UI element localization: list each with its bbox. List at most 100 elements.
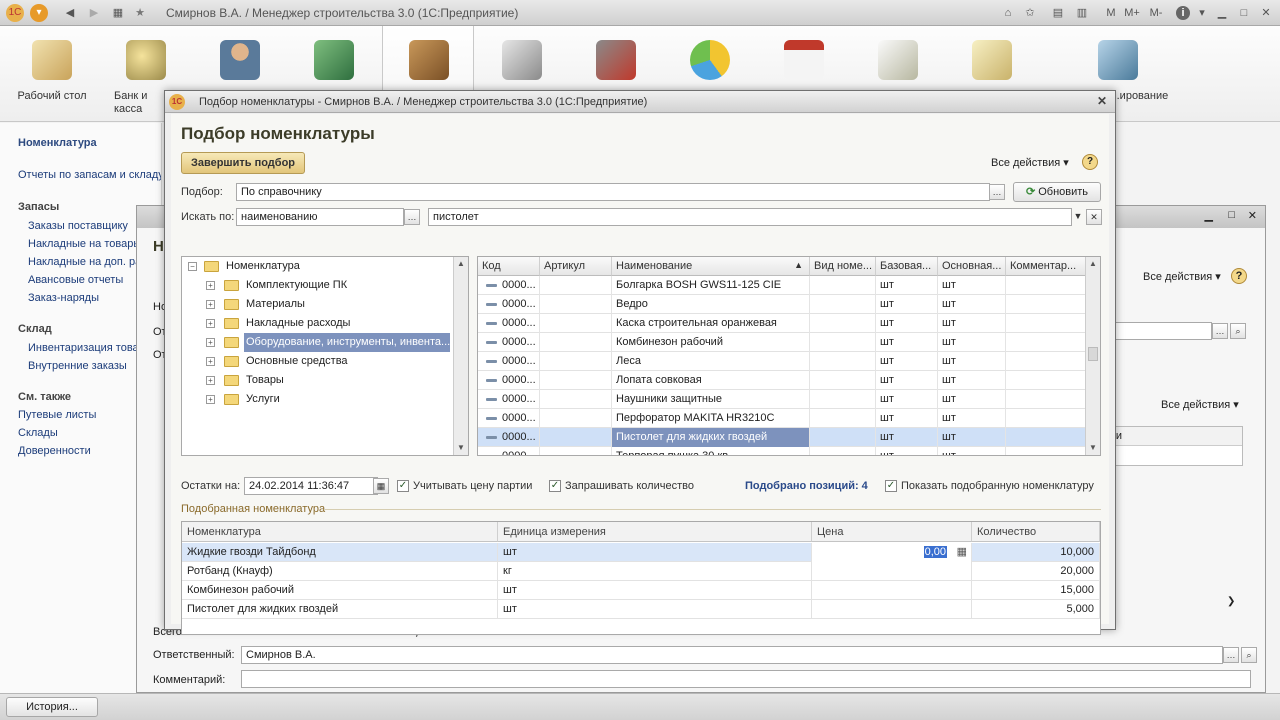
search-by-field[interactable]: наименованию xyxy=(236,208,404,226)
sel-cell-price[interactable] xyxy=(812,600,972,619)
qty-checkbox[interactable]: ✓ xyxy=(549,480,561,492)
close-app-button[interactable]: ✕ xyxy=(1258,5,1274,21)
tree-item[interactable]: + Накладные расходы xyxy=(182,314,452,333)
responsible-field[interactable]: Смирнов В.А. xyxy=(241,646,1223,664)
col-header-main-unit[interactable]: Основная... xyxy=(938,257,1006,276)
bg-select-button[interactable]: … xyxy=(1212,323,1228,339)
table-row[interactable]: 0000... Комбинезон рабочий шт шт xyxy=(478,333,1086,352)
tree-item[interactable]: + Материалы xyxy=(182,295,452,314)
sel-cell-price[interactable] xyxy=(812,581,972,600)
podbor-field[interactable]: По справочнику xyxy=(236,183,990,201)
show-selected-checkbox[interactable]: ✓ xyxy=(885,480,897,492)
col-header-name[interactable]: Наименование ▲ xyxy=(612,257,810,276)
responsible-search-icon[interactable]: ⌕ xyxy=(1241,647,1257,663)
info-icon[interactable]: i xyxy=(1176,6,1190,20)
all-actions-menu[interactable]: Все действия ▾ xyxy=(991,156,1069,169)
nav-item[interactable]: Путевые листы xyxy=(18,409,96,421)
bg-scroll-right-icon[interactable]: ❯ xyxy=(1227,596,1235,607)
table-row-selected[interactable]: 0000... Пистолет для жидких гвоздей шт шт xyxy=(478,428,1086,447)
sel-col-header-name[interactable]: Номенклатура xyxy=(182,522,498,542)
scroll-thumb[interactable] xyxy=(1088,347,1098,361)
tree-item[interactable]: + Комплектующие ПК xyxy=(182,276,452,295)
col-header-code[interactable]: Код xyxy=(478,257,540,276)
col-header-article[interactable]: Артикул xyxy=(540,257,612,276)
memory-mminus-button[interactable]: M- xyxy=(1146,5,1166,21)
table-row[interactable]: 0000... Перфоратор MAKITA HR3210C шт шт xyxy=(478,409,1086,428)
sel-col-header-unit[interactable]: Единица измерения xyxy=(498,522,812,542)
nav-item[interactable]: Заказ-наряды xyxy=(28,292,99,304)
responsible-select-button[interactable]: … xyxy=(1223,647,1239,663)
sel-cell-price[interactable]: 0,00 ▦ xyxy=(812,543,972,562)
expand-icon[interactable]: + xyxy=(206,338,215,347)
bg-help-icon[interactable]: ? xyxy=(1231,268,1247,284)
expand-icon[interactable]: + xyxy=(206,357,215,366)
expand-icon[interactable]: + xyxy=(206,376,215,385)
table-row[interactable]: Комбинезон рабочий шт 15,000 xyxy=(182,581,1100,600)
scroll-down-icon[interactable]: ▼ xyxy=(454,441,468,455)
sel-cell-qty[interactable]: 15,000 xyxy=(972,581,1100,600)
tree-root[interactable]: − Номенклатура xyxy=(182,257,452,276)
bookmark-icon[interactable]: ✩ xyxy=(1022,5,1038,21)
tree-item[interactable]: + Услуги xyxy=(182,390,452,409)
table-row[interactable]: 0000... Лопата совковая шт шт xyxy=(478,371,1086,390)
main-menu-icon[interactable]: ▾ xyxy=(30,4,48,22)
scroll-up-icon[interactable]: ▲ xyxy=(454,257,468,271)
table-row[interactable]: 0000... Ведро шт шт xyxy=(478,295,1086,314)
remains-date-field[interactable]: 24.02.2014 11:36:47 xyxy=(244,477,378,495)
table-row[interactable]: Жидкие гвозди Тайдбонд шт 0,00 ▦ 10,000 xyxy=(182,543,1100,562)
bg-field-right[interactable] xyxy=(1102,322,1212,340)
minimize-button[interactable]: ▁ xyxy=(1214,5,1230,21)
refresh-button[interactable]: ⟳ Обновить xyxy=(1013,182,1101,202)
memory-m-button[interactable]: M xyxy=(1104,5,1118,21)
tree-scrollbar[interactable]: ▲ ▼ xyxy=(453,257,468,455)
table-row[interactable]: 0000... Наушники защитные шт шт xyxy=(478,390,1086,409)
expand-icon[interactable]: + xyxy=(206,300,215,309)
nav-item[interactable]: Склады xyxy=(18,427,58,439)
nav-item[interactable]: Накладные на товары xyxy=(28,238,141,250)
nav-item[interactable]: Инвентаризация това xyxy=(28,342,139,354)
expand-icon[interactable]: + xyxy=(206,319,215,328)
price-checkbox[interactable]: ✓ xyxy=(397,480,409,492)
col-header-comment[interactable]: Комментар... xyxy=(1006,257,1086,276)
tree-item[interactable]: + Основные средства xyxy=(182,352,452,371)
calculator-icon[interactable]: ▥ xyxy=(1074,5,1090,21)
forward-icon[interactable]: ▶ xyxy=(86,5,102,21)
search-by-select-button[interactable]: … xyxy=(404,209,420,225)
nav-item[interactable]: Авансовые отчеты xyxy=(28,274,123,286)
price-edit-value[interactable]: 0,00 xyxy=(923,546,947,558)
bg-close-button[interactable]: ✕ xyxy=(1248,209,1257,222)
nav-reports[interactable]: Отчеты по запасам и складу xyxy=(18,169,161,181)
help-icon[interactable]: ? xyxy=(1082,154,1098,170)
nav-nomenclature[interactable]: Номенклатура xyxy=(18,137,97,149)
search-dropdown-icon[interactable]: ▼ xyxy=(1070,209,1086,225)
bg-all-actions[interactable]: Все действия ▾ xyxy=(1143,270,1221,283)
sel-col-header-qty[interactable]: Количество xyxy=(972,522,1100,542)
nav-item[interactable]: Доверенности xyxy=(18,445,91,457)
table-row[interactable]: Пистолет для жидких гвоздей шт 5,000 xyxy=(182,600,1100,619)
table-row[interactable]: Ротбанд (Кнауф) кг 20,000 xyxy=(182,562,1100,581)
tree-item[interactable]: + Товары xyxy=(182,371,452,390)
finish-selection-button[interactable]: Завершить подбор xyxy=(181,152,305,174)
bg-maximize-button[interactable]: □ xyxy=(1228,209,1235,221)
calendar-icon[interactable]: ▦ xyxy=(373,478,389,494)
bg-all-actions-2[interactable]: Все действия ▾ xyxy=(1161,398,1239,411)
bg-search-icon[interactable]: ⌕ xyxy=(1230,323,1246,339)
tree-item-selected[interactable]: + Оборудование, инструменты, инвента... xyxy=(182,333,452,352)
nav-item[interactable]: Заказы поставщику xyxy=(28,220,128,232)
price-calculator-icon[interactable]: ▦ xyxy=(957,545,967,558)
sel-col-header-price[interactable]: Цена xyxy=(812,522,972,542)
calendar-icon[interactable]: ▤ xyxy=(1050,5,1066,21)
favorites-star-icon[interactable]: ★ xyxy=(132,5,148,21)
dialog-close-button[interactable]: ✕ xyxy=(1097,94,1107,108)
scroll-down-icon[interactable]: ▼ xyxy=(1086,441,1100,455)
bg-minimize-button[interactable]: ▁ xyxy=(1205,209,1213,222)
history-icon[interactable]: ▦ xyxy=(110,5,126,21)
sel-cell-qty[interactable]: 20,000 xyxy=(972,562,1100,581)
nav-item[interactable]: Накладные на доп. ра xyxy=(28,256,141,268)
search-clear-button[interactable]: ✕ xyxy=(1086,209,1102,225)
collapse-icon[interactable]: − xyxy=(188,262,197,271)
col-header-kind[interactable]: Вид номе... xyxy=(810,257,876,276)
expand-icon[interactable]: + xyxy=(206,395,215,404)
table-row[interactable]: 0000... Терпорая пушка 30 кв шт шт xyxy=(478,447,1086,455)
1c-logo-icon[interactable]: 1С xyxy=(6,4,24,22)
